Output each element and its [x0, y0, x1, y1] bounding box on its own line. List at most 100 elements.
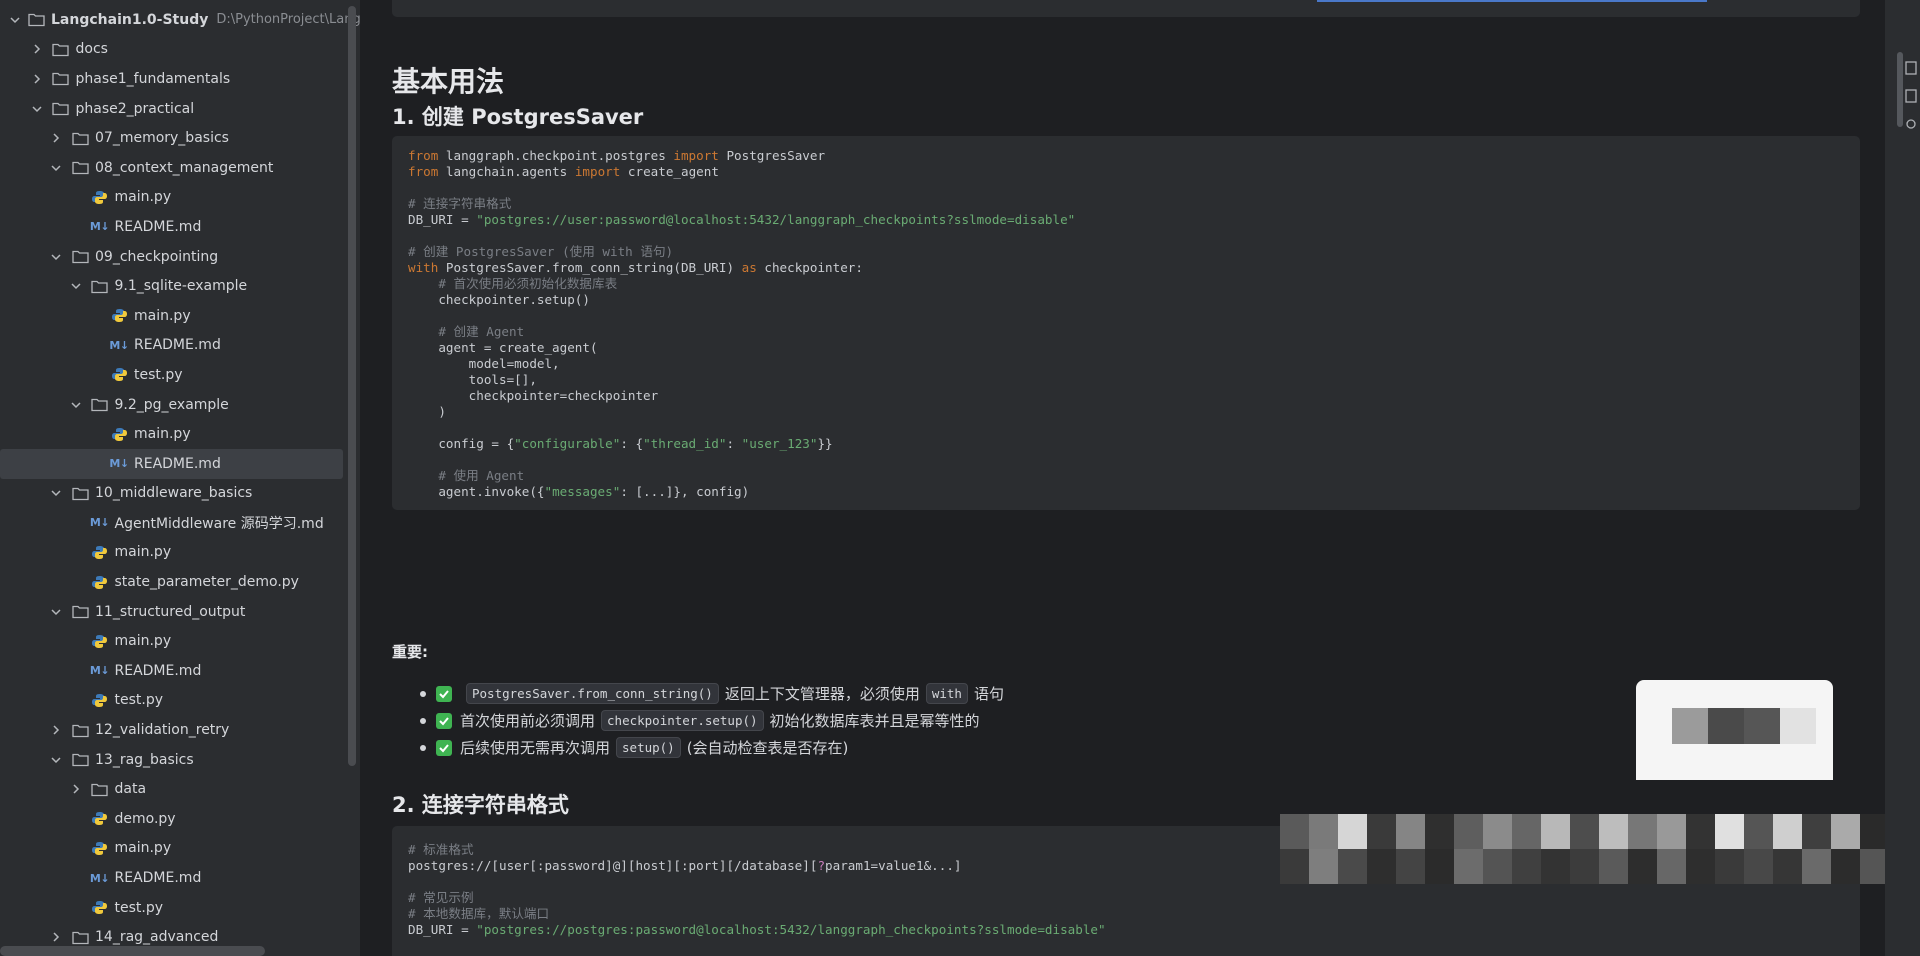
tree-item-label: 13_rag_basics — [95, 751, 194, 768]
python-file-icon — [110, 308, 128, 324]
project-tree: Langchain1.0-Study D:\PythonProject\Lang… — [0, 5, 360, 952]
tree-item-label: 07_memory_basics — [95, 130, 229, 147]
chevron-right-icon[interactable] — [30, 42, 44, 56]
tree-item-label: 9.1_sqlite-example — [114, 278, 248, 295]
tree-file-item[interactable]: M↓ README.md — [0, 656, 345, 686]
markdown-preview: 基本用法 1. 创建 PostgresSaver from langgraph.… — [360, 0, 1885, 956]
tree-folder-item[interactable]: 08_context_management — [0, 153, 345, 183]
tree-vertical-scrollbar[interactable] — [348, 6, 356, 766]
project-tree-panel: Langchain1.0-Study D:\PythonProject\Lang… — [0, 0, 360, 956]
pixel-block — [1686, 849, 1715, 884]
pixel-block — [1541, 849, 1570, 884]
chevron-down-icon[interactable] — [49, 161, 63, 175]
chevron-down-icon[interactable] — [10, 13, 20, 27]
chevron-down-icon[interactable] — [49, 486, 63, 500]
tree-folder-item[interactable]: 09_checkpointing — [0, 242, 345, 272]
tree-file-item[interactable]: state_parameter_demo.py — [0, 567, 345, 597]
tree-file-item[interactable]: M↓ AgentMiddleware 源码学习.md — [0, 508, 345, 538]
bullet-dot — [420, 744, 426, 751]
tree-file-item[interactable]: main.py — [0, 834, 345, 864]
folder-icon — [71, 929, 89, 945]
inline-code: setup() — [616, 737, 681, 758]
pixel-block — [1309, 814, 1338, 849]
pixel-block — [1657, 849, 1686, 884]
pixel-block — [1396, 849, 1425, 884]
bullet-dot — [420, 690, 426, 697]
tree-folder-item[interactable]: phase1_fundamentals — [0, 64, 345, 94]
chevron-right-icon[interactable] — [49, 930, 63, 944]
folder-icon — [91, 278, 109, 294]
pixel-block — [1802, 814, 1831, 849]
chevron-down-icon[interactable] — [30, 102, 44, 116]
right-tool-strip — [1885, 0, 1920, 956]
tree-file-item[interactable]: main.py — [0, 626, 345, 656]
pixel-block — [1773, 849, 1802, 884]
tree-folder-item[interactable]: docs — [0, 35, 345, 65]
chevron-down-icon[interactable] — [69, 398, 83, 412]
chevron-right-icon[interactable] — [49, 723, 63, 737]
markdown-file-icon: M↓ — [89, 871, 110, 885]
sub-heading-create-postgressaver: 1. 创建 PostgresSaver — [392, 105, 644, 129]
code-block-create-postgressaver: from langgraph.checkpoint.postgres impor… — [392, 136, 1860, 510]
tree-horizontal-scrollbar[interactable] — [0, 946, 265, 956]
pixel-block — [1541, 814, 1570, 849]
tree-file-item[interactable]: M↓ README.md — [0, 448, 343, 479]
tree-file-item[interactable]: main.py — [0, 538, 345, 568]
tree-folder-item[interactable]: 9.1_sqlite-example — [0, 271, 345, 301]
folder-icon — [91, 397, 109, 413]
tree-file-item[interactable]: test.py — [0, 893, 345, 923]
tree-folder-item[interactable]: 13_rag_basics — [0, 745, 345, 775]
tree-file-item[interactable]: main.py — [0, 419, 345, 449]
tool-strip-scrollbar[interactable] — [1897, 52, 1903, 127]
chevron-down-icon[interactable] — [69, 279, 83, 293]
bullet-item: PostgresSaver.from_conn_string() 返回上下文管理… — [420, 683, 1004, 704]
python-file-icon — [91, 811, 109, 827]
tree-root-project[interactable]: Langchain1.0-Study D:\PythonProject\Lang… — [0, 5, 360, 35]
tree-folder-item[interactable]: 12_validation_retry — [0, 715, 345, 745]
tree-folder-item[interactable]: 11_structured_output — [0, 597, 345, 627]
tool-window-icon[interactable] — [1905, 60, 1917, 76]
pixel-block — [1628, 849, 1657, 884]
tree-file-item[interactable]: test.py — [0, 686, 345, 716]
tree-item-label: main.py — [114, 189, 172, 206]
chevron-right-icon[interactable] — [30, 72, 44, 86]
tree-folder-item[interactable]: 07_memory_basics — [0, 123, 345, 153]
tree-file-item[interactable]: main.py — [0, 301, 345, 331]
tree-folder-item[interactable]: 9.2_pg_example — [0, 390, 345, 420]
bullet-item: 后续使用无需再次调用 setup() (会自动检查表是否存在) — [420, 737, 848, 758]
inline-code: PostgresSaver.from_conn_string() — [466, 683, 719, 704]
tool-window-icon[interactable] — [1905, 116, 1917, 132]
pixel-block — [1454, 814, 1483, 849]
tree-file-item[interactable]: demo.py — [0, 804, 345, 834]
markdown-file-icon: M↓ — [89, 220, 110, 234]
tree-folder-item[interactable]: 10_middleware_basics — [0, 479, 345, 509]
tree-file-item[interactable]: main.py — [0, 183, 345, 213]
pixel-block — [1570, 814, 1599, 849]
tree-item-label: 10_middleware_basics — [95, 485, 253, 502]
tree-file-item[interactable]: M↓ README.md — [0, 212, 345, 242]
tree-item-label: test.py — [114, 692, 164, 709]
folder-icon — [52, 71, 70, 87]
tree-folder-item[interactable]: data — [0, 774, 345, 804]
tree-item-label: README.md — [134, 455, 221, 472]
tree-item-label: main.py — [134, 426, 191, 443]
tool-window-icon[interactable] — [1905, 88, 1917, 104]
chevron-down-icon[interactable] — [49, 605, 63, 619]
chevron-down-icon[interactable] — [49, 753, 63, 767]
pixel-block — [1425, 849, 1454, 884]
tree-folder-item[interactable]: phase2_practical — [0, 94, 345, 124]
inline-code: with — [925, 683, 968, 704]
folder-icon — [52, 101, 70, 117]
folder-icon — [71, 130, 89, 146]
tree-file-item[interactable]: M↓ README.md — [0, 863, 345, 893]
pixel-block — [1599, 849, 1628, 884]
chevron-right-icon[interactable] — [69, 782, 83, 796]
pixel-block — [1715, 814, 1744, 849]
tree-file-item[interactable]: test.py — [0, 360, 345, 390]
chevron-down-icon[interactable] — [49, 250, 63, 264]
chevron-right-icon[interactable] — [49, 131, 63, 145]
tree-file-item[interactable]: M↓ README.md — [0, 331, 345, 361]
pixel-block — [1280, 849, 1309, 884]
tree-item-label: 12_validation_retry — [95, 722, 230, 739]
tree-item-label: main.py — [134, 307, 191, 324]
